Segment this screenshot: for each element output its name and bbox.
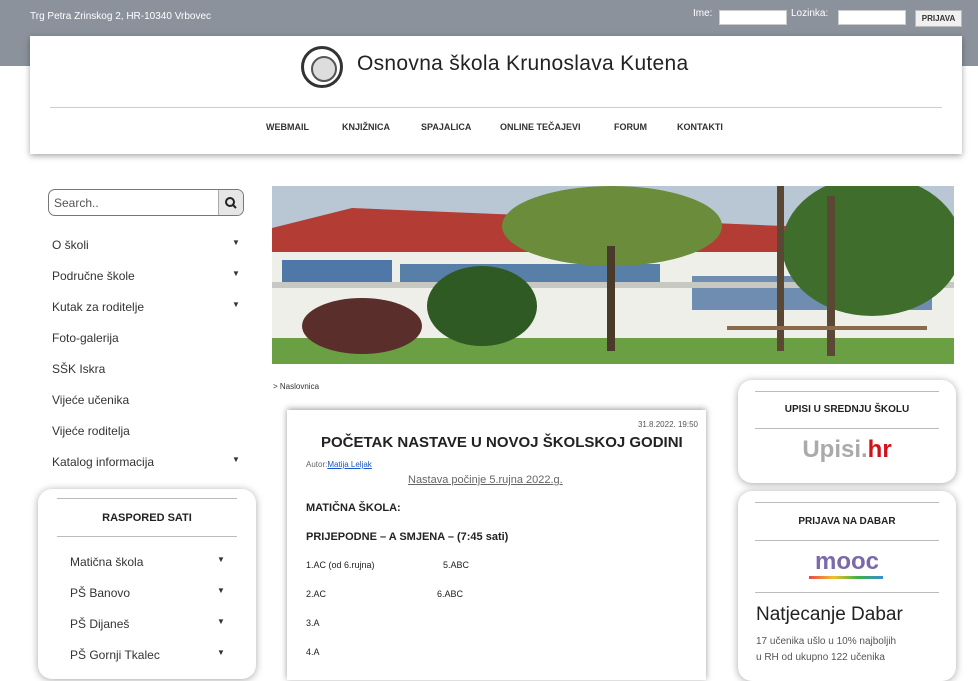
mooc-underline [809,576,883,579]
dabar-title: PRIJAVA NA DABAR [798,516,896,527]
divider [57,536,237,537]
nav-kontakti[interactable]: KONTAKTI [677,122,723,132]
sidebar-item-label: Vijeće roditelja [52,424,130,438]
raspored-title: RASPORED SATI [102,512,192,524]
upisi-logo-b: hr [867,436,892,463]
article-card: 31.8.2022. 19:50 POČETAK NASTAVE U NOVOJ… [287,410,706,680]
raspored-item-maticna[interactable]: Matična škola ▼ [70,555,225,569]
upisi-box: UPISI U SREDNJU ŠKOLU Upisi.hr [738,380,956,483]
article-title[interactable]: POČETAK NASTAVE U NOVOJ ŠKOLSKOJ GODINI [321,434,683,451]
password-label: Lozinka: [791,8,829,19]
search-icon [225,197,237,209]
sidebar-item-label: O školi [52,238,89,252]
raspored-item-banovo[interactable]: PŠ Banovo ▼ [70,586,225,600]
search-button[interactable] [218,190,243,215]
header-divider [50,107,942,108]
sidebar-item-label: SŠK Iskra [52,362,106,376]
caret-down-icon: ▼ [217,555,225,564]
article-author: Autor:Matija Leljak [306,460,372,469]
password-input[interactable] [838,10,906,25]
row-class-right: 5.ABC [443,560,470,570]
divider [755,592,939,593]
school-address: Trg Petra Zrinskog 2, HR-10340 Vrbovec [30,11,212,22]
nav-forum[interactable]: FORUM [614,122,647,132]
article-row: 3.A [306,618,320,628]
login-button[interactable]: PRIJAVA [915,10,962,27]
sidebar-item-ssk-iskra[interactable]: SŠK Iskra [52,362,105,376]
sidebar-item-kutak-za-roditelje[interactable]: Kutak za roditelje ▼ [52,300,240,314]
search-placeholder: Search.. [54,196,99,210]
divider [755,391,939,392]
raspored-item-gornji-tkalec[interactable]: PŠ Gornji Tkalec ▼ [70,648,225,662]
sidebar-item-podrucne-skole[interactable]: Područne škole ▼ [52,269,240,283]
caret-down-icon: ▼ [232,269,240,278]
row-class-left: 2.AC [306,589,327,599]
raspored-sati-box: RASPORED SATI Matična škola ▼ PŠ Banovo ▼ … [38,489,256,679]
article-row: 2.AC 6.ABC [306,589,463,599]
sidebar-item-label: Područne škole [52,269,135,283]
natjecanje-text-1: 17 učenika ušlo u 10% najboljih [756,636,897,647]
nav-webmail[interactable]: WEBMAIL [266,122,309,132]
caret-down-icon: ▼ [217,648,225,657]
nav-spajalica[interactable]: SPAJALICA [421,122,471,132]
mooc-logo[interactable]: mooc [738,548,956,576]
upisi-logo-link[interactable]: Upisi.hr [738,436,956,464]
breadcrumb[interactable]: > Naslovnica [273,382,319,391]
natjecanje-text-2: u RH od ukupno 122 učenika [756,652,885,663]
sidebar-item-vijece-ucenika[interactable]: Vijeće učenika [52,393,129,407]
divider [57,498,237,499]
sidebar-item-katalog-informacija[interactable]: Katalog informacija ▼ [52,455,240,469]
author-label: Autor: [306,460,328,469]
divider [755,502,939,503]
article-row: 1.AC (od 6.rujna) 5.ABC [306,560,469,570]
raspored-item-label: PŠ Gornji Tkalec [70,648,160,662]
article-date: 31.8.2022. 19:50 [637,420,698,429]
sidebar-item-o-skoli[interactable]: O školi ▼ [52,238,240,252]
raspored-item-dijanes[interactable]: PŠ Dijaneš ▼ [70,617,225,631]
site-header: Osnovna škola Krunoslava Kutena WEBMAIL … [30,36,962,154]
upisi-title: UPISI U SREDNJU ŠKOLU [784,404,910,415]
natjecanje-title[interactable]: Natjecanje Dabar [756,604,903,626]
caret-down-icon: ▼ [232,238,240,247]
caret-down-icon: ▼ [232,300,240,309]
nav-online-tecajevi[interactable]: ONLINE TEČAJEVI [500,122,581,132]
dabar-box: PRIJAVA NA DABAR mooc Natjecanje Dabar 1… [738,491,956,681]
article-subtitle: Nastava počinje 5.rujna 2022.g. [408,474,563,486]
search-input[interactable]: Search.. [48,189,244,216]
site-name[interactable]: Osnovna škola Krunoslava Kutena [357,52,689,76]
raspored-item-label: Matična škola [70,555,144,569]
sidebar-item-foto-galerija[interactable]: Foto-galerija [52,331,119,345]
caret-down-icon: ▼ [217,586,225,595]
nav-knjiznica[interactable]: KNJIŽNICA [342,122,390,132]
sidebar-item-label: Katalog informacija [52,455,155,469]
row-class-right: 6.ABC [437,589,464,599]
author-link[interactable]: Matija Leljak [327,460,371,469]
sidebar-item-label: Foto-galerija [52,331,119,345]
username-label: Ime: [693,8,713,19]
sidebar-item-label: Kutak za roditelje [52,300,145,314]
raspored-item-label: PŠ Banovo [70,586,131,600]
article-heading-smjena: PRIJEPODNE – A SMJENA – (7:45 sati) [306,531,509,543]
article-row: 4.A [306,647,320,657]
row-class-left: 1.AC (od 6.rujna) [306,560,375,570]
row-class-left: 4.A [306,647,320,657]
school-logo[interactable] [301,46,343,88]
sidebar-item-vijece-roditelja[interactable]: Vijeće roditelja [52,424,130,438]
caret-down-icon: ▼ [217,617,225,626]
school-banner-image [272,186,954,364]
article-heading-maticna: MATIČNA ŠKOLA: [306,502,401,514]
caret-down-icon: ▼ [232,455,240,464]
sidebar-item-label: Vijeće učenika [52,393,130,407]
divider [755,428,939,429]
username-input[interactable] [719,10,787,25]
upisi-logo-a: Upisi. [802,436,868,463]
divider [755,540,939,541]
row-class-left: 3.A [306,618,320,628]
raspored-item-label: PŠ Dijaneš [70,617,130,631]
